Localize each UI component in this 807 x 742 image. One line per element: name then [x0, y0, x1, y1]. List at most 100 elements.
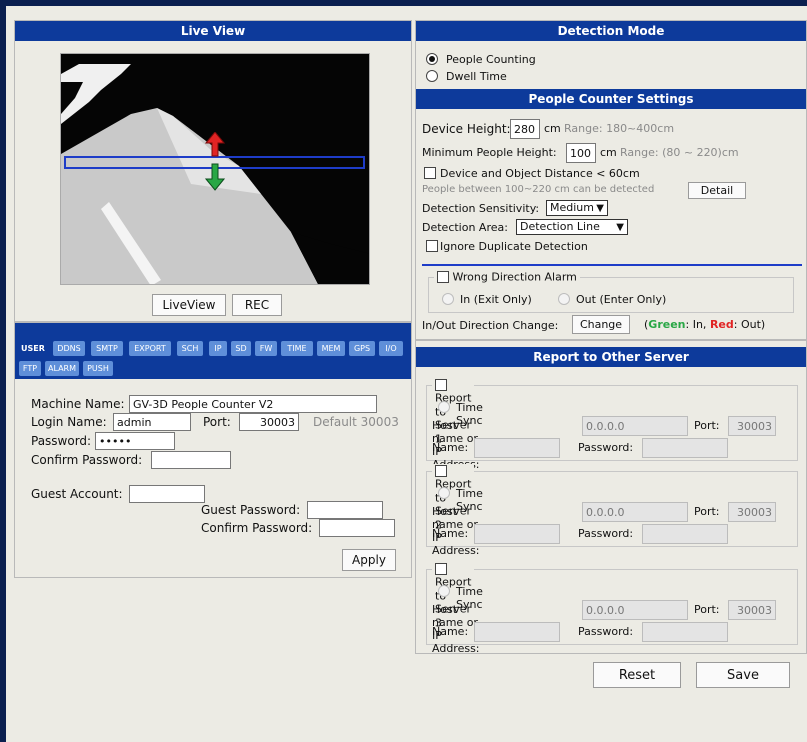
people-counter-settings-title: People Counter Settings	[416, 89, 806, 109]
guest-password-input[interactable]	[307, 501, 383, 519]
min-height-range: Range: (80 ~ 220)cm	[620, 146, 739, 159]
chevron-down-icon: ▼	[596, 203, 604, 214]
sensitivity-value: Medium	[550, 201, 594, 214]
chevron-down-icon: ▼	[616, 222, 624, 233]
report-title: Report to Other Server	[416, 347, 806, 367]
server-checkbox[interactable]	[435, 465, 447, 477]
host-input[interactable]	[582, 600, 688, 620]
detection-area-label: Detection Area:	[422, 221, 508, 234]
confirm-password-label: Confirm Password:	[31, 453, 143, 467]
machine-name-input[interactable]	[129, 395, 377, 413]
reset-button[interactable]: Reset	[593, 662, 681, 688]
sensitivity-select[interactable]: Medium ▼	[546, 200, 608, 216]
time-sync-radio[interactable]	[438, 401, 450, 413]
tab-time[interactable]: TIME	[281, 341, 313, 356]
server-port-input[interactable]	[728, 416, 776, 436]
confirm-password-input[interactable]	[151, 451, 231, 469]
tab-ip[interactable]: IP	[209, 341, 227, 356]
server-name-input[interactable]	[474, 524, 560, 544]
legend-in: : In,	[685, 318, 710, 331]
guest-password-label: Guest Password:	[201, 503, 301, 517]
min-height-unit: cm	[600, 146, 617, 159]
app-canvas: Live View LiveView REC USER DDNS SMTP EX…	[6, 6, 807, 742]
server-password-label: Password:	[578, 625, 634, 638]
min-height-input[interactable]	[566, 143, 596, 163]
wrong-direction-legend: Wrong Direction Alarm	[434, 270, 580, 284]
in-exit-radio[interactable]	[442, 293, 454, 305]
server-password-input[interactable]	[642, 622, 728, 642]
server-password-label: Password:	[578, 441, 634, 454]
server-port-input[interactable]	[728, 600, 776, 620]
server-name-input[interactable]	[474, 622, 560, 642]
device-height-label: Device Height:	[422, 122, 511, 136]
detection-mode-title: Detection Mode	[416, 21, 806, 41]
detail-button[interactable]: Detail	[688, 182, 746, 199]
port-input[interactable]	[239, 413, 299, 431]
tab-alarm[interactable]: ALARM	[45, 361, 79, 376]
legend-out: : Out)	[733, 318, 766, 331]
guest-account-label: Guest Account:	[31, 487, 123, 501]
section-divider	[422, 264, 802, 266]
liveview-button[interactable]: LiveView	[152, 294, 226, 316]
legend-red: Red	[709, 318, 734, 331]
password-input[interactable]	[95, 432, 175, 450]
detection-area-select[interactable]: Detection Line ▼	[516, 219, 628, 235]
server-name-label: Name:	[432, 625, 469, 638]
machine-name-label: Machine Name:	[31, 397, 125, 411]
guest-confirm-password-label: Confirm Password:	[201, 521, 313, 535]
server-name-input[interactable]	[474, 438, 560, 458]
out-enter-radio[interactable]	[558, 293, 570, 305]
save-button[interactable]: Save	[696, 662, 790, 688]
server-password-input[interactable]	[642, 524, 728, 544]
server-port-label: Port:	[694, 419, 720, 432]
apply-button[interactable]: Apply	[342, 549, 396, 571]
distance-label: Device and Object Distance < 60cm	[440, 167, 640, 180]
server-password-input[interactable]	[642, 438, 728, 458]
tab-gps[interactable]: GPS	[349, 341, 375, 356]
time-sync-radio[interactable]	[438, 487, 450, 499]
device-height-input[interactable]	[510, 119, 540, 139]
settings-tab-bar: USER DDNS SMTP EXPORT SCH IP SD FW TIME …	[15, 323, 411, 379]
device-height-unit: cm	[544, 122, 561, 135]
user-settings-panel: USER DDNS SMTP EXPORT SCH IP SD FW TIME …	[14, 322, 412, 578]
tab-fw[interactable]: FW	[255, 341, 277, 356]
direction-legend: (Green: In, Red: Out)	[644, 318, 765, 331]
host-input[interactable]	[582, 502, 688, 522]
port-default-text: Default 30003	[313, 415, 399, 429]
time-sync-radio[interactable]	[438, 585, 450, 597]
tab-smtp[interactable]: SMTP	[91, 341, 123, 356]
people-counting-radio[interactable]	[426, 53, 438, 65]
tab-ddns[interactable]: DDNS	[53, 341, 85, 356]
login-name-label: Login Name:	[31, 415, 107, 429]
detection-area-value: Detection Line	[520, 220, 600, 233]
tab-io[interactable]: I/O	[379, 341, 403, 356]
wrong-direction-checkbox[interactable]	[437, 271, 449, 283]
tab-sd[interactable]: SD	[231, 341, 251, 356]
in-exit-label: In (Exit Only)	[460, 293, 532, 306]
change-button[interactable]: Change	[572, 315, 630, 334]
server-name-label: Name:	[432, 441, 469, 454]
tab-ftp[interactable]: FTP	[19, 361, 41, 376]
tab-push[interactable]: PUSH	[83, 361, 113, 376]
port-label: Port:	[203, 415, 231, 429]
direction-change-label: In/Out Direction Change:	[422, 319, 559, 332]
password-label: Password:	[31, 434, 92, 448]
server-checkbox[interactable]	[435, 379, 447, 391]
rec-button[interactable]: REC	[232, 294, 282, 316]
camera-feed[interactable]	[60, 53, 370, 285]
tab-mem[interactable]: MEM	[317, 341, 345, 356]
tab-sch[interactable]: SCH	[177, 341, 203, 356]
guest-confirm-password-input[interactable]	[319, 519, 395, 537]
host-input[interactable]	[582, 416, 688, 436]
people-counting-label: People Counting	[446, 53, 536, 66]
server-port-input[interactable]	[728, 502, 776, 522]
distance-checkbox[interactable]	[424, 167, 436, 179]
server-checkbox[interactable]	[435, 563, 447, 575]
guest-account-input[interactable]	[129, 485, 205, 503]
dwell-time-radio[interactable]	[426, 70, 438, 82]
tab-user[interactable]: USER	[19, 341, 47, 356]
ignore-duplicate-checkbox[interactable]	[426, 240, 438, 252]
server-port-label: Port:	[694, 505, 720, 518]
login-name-input[interactable]	[113, 413, 191, 431]
tab-export[interactable]: EXPORT	[129, 341, 171, 356]
